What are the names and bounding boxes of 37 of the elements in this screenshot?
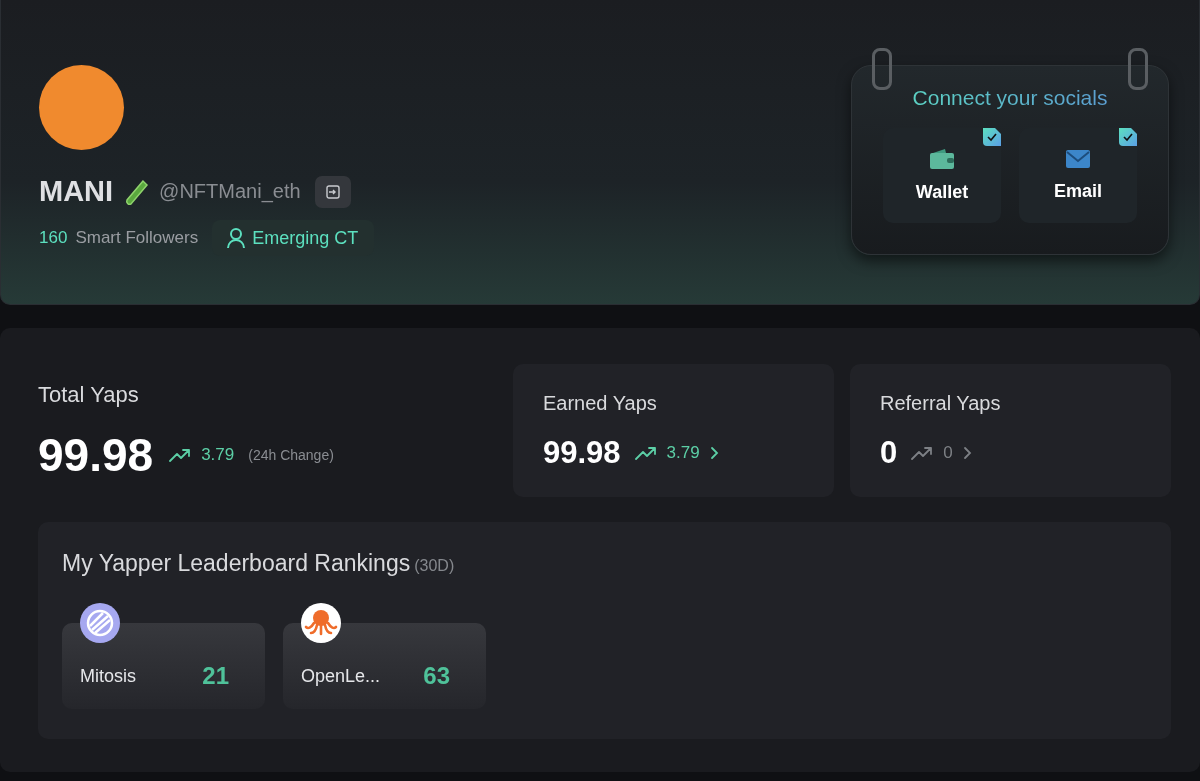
- social-connect-button[interactable]: Wallet: [883, 128, 1001, 223]
- wallet-icon: [929, 148, 955, 170]
- card-label: Earned Yaps: [543, 392, 658, 415]
- rank-value: 21: [202, 662, 229, 690]
- period-label: (30D): [414, 557, 455, 574]
- ring-icon: [1128, 48, 1148, 90]
- change-note: (24h Change): [248, 447, 334, 463]
- chevron-right-icon[interactable]: [709, 446, 719, 460]
- card-label: Referral Yaps: [880, 392, 1002, 415]
- person-icon: [226, 227, 247, 249]
- social-connect-button[interactable]: Email: [1019, 128, 1137, 223]
- project-name: OpenLe...: [301, 665, 381, 687]
- change-value: 3.79: [666, 443, 700, 463]
- total-value: 99.98: [38, 428, 154, 482]
- login-button[interactable]: [314, 175, 351, 208]
- project-rank-card[interactable]: Mitosis 21: [62, 623, 265, 709]
- change-value: 3.79: [201, 445, 235, 465]
- followers-count: 160: [39, 228, 68, 248]
- project-name: Mitosis: [80, 665, 136, 687]
- project-rank-card[interactable]: OpenLe... 63: [283, 623, 486, 709]
- total-label: Total Yaps: [38, 382, 140, 408]
- trend-up-icon: [911, 446, 934, 460]
- leaderboard-title: My Yapper Leaderboard Rankings: [62, 550, 411, 576]
- login-icon: [325, 184, 340, 199]
- envelope-icon: [1065, 149, 1091, 169]
- ring-icon: [872, 48, 892, 90]
- user-name: MANI: [39, 175, 114, 208]
- trend-up-icon: [169, 448, 192, 462]
- user-handle: @NFTMani_eth: [159, 180, 301, 203]
- change-value: 0: [943, 443, 953, 463]
- card-value: 0: [880, 435, 898, 471]
- trend-up-icon: [634, 446, 657, 460]
- badge-label: Emerging CT: [252, 227, 359, 249]
- card-value: 99.98: [543, 435, 621, 471]
- chevron-right-icon[interactable]: [962, 446, 972, 460]
- followers-label: Smart Followers: [75, 228, 199, 248]
- rank-value: 63: [423, 662, 450, 690]
